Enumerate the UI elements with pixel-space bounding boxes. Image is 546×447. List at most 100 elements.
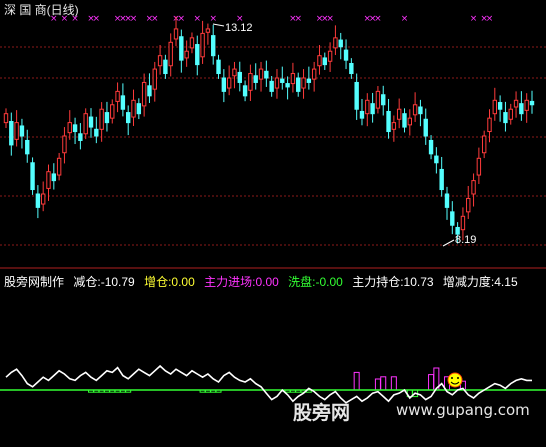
candle bbox=[189, 32, 195, 54]
candle bbox=[296, 72, 301, 97]
candle bbox=[391, 115, 397, 142]
signal-marker: × bbox=[209, 14, 217, 24]
candle bbox=[221, 69, 227, 103]
candle bbox=[396, 98, 402, 129]
candle bbox=[205, 23, 211, 45]
candle bbox=[258, 61, 264, 92]
candle bbox=[25, 129, 30, 163]
signal-marker: × bbox=[193, 14, 201, 24]
candle bbox=[40, 181, 46, 212]
candle bbox=[412, 92, 418, 122]
indicator-bar bbox=[353, 371, 360, 391]
candle bbox=[386, 98, 391, 139]
legend-main-holding: 主力持仓:10.73 bbox=[352, 275, 434, 289]
signal-marker: × bbox=[326, 14, 334, 24]
candle bbox=[343, 39, 349, 70]
candle bbox=[184, 40, 189, 67]
candle bbox=[30, 157, 35, 195]
candle bbox=[83, 108, 88, 140]
candle bbox=[56, 152, 62, 181]
candle bbox=[290, 62, 296, 93]
candle bbox=[136, 98, 142, 120]
candle bbox=[237, 61, 242, 92]
candle bbox=[226, 65, 232, 96]
candle bbox=[428, 135, 434, 160]
candle bbox=[200, 20, 205, 64]
signal-marker: × bbox=[486, 14, 494, 24]
candle bbox=[46, 164, 51, 201]
candle bbox=[513, 91, 519, 118]
candle bbox=[450, 201, 455, 235]
candle bbox=[519, 91, 524, 121]
candle bbox=[126, 105, 131, 136]
candle bbox=[359, 98, 365, 126]
candle bbox=[508, 103, 513, 125]
legend-washout: 洗盘:-0.00 bbox=[288, 275, 343, 289]
candle bbox=[242, 80, 248, 102]
candle bbox=[163, 54, 168, 79]
candle bbox=[317, 44, 322, 75]
candle bbox=[407, 109, 412, 136]
candle bbox=[365, 93, 370, 127]
legend-increase: 增仓:0.00 bbox=[144, 275, 195, 289]
candle bbox=[529, 90, 535, 114]
candle bbox=[72, 117, 78, 145]
legend-main-entry: 主力进场:0.00 bbox=[204, 275, 279, 289]
candle bbox=[35, 185, 41, 219]
candle bbox=[375, 86, 381, 114]
signal-marker: × bbox=[374, 14, 382, 24]
signal-marker: × bbox=[93, 14, 101, 24]
candle bbox=[349, 58, 354, 79]
candle bbox=[497, 95, 503, 122]
candle bbox=[104, 101, 110, 132]
candle bbox=[418, 99, 423, 127]
candle bbox=[439, 156, 444, 197]
candle bbox=[3, 108, 9, 128]
candle bbox=[157, 44, 163, 75]
candle bbox=[62, 127, 67, 164]
candle bbox=[78, 123, 83, 150]
indicator-bar bbox=[390, 376, 397, 391]
indicator-bar bbox=[374, 378, 381, 391]
candle bbox=[141, 73, 147, 117]
candle bbox=[120, 83, 126, 117]
signal-marker: × bbox=[294, 14, 302, 24]
indicator-bar bbox=[428, 374, 435, 391]
watermark-url: www.gupang.com bbox=[396, 401, 530, 419]
candle bbox=[152, 61, 157, 102]
candle bbox=[131, 89, 136, 126]
high-pointer bbox=[212, 23, 225, 27]
candle bbox=[179, 29, 184, 73]
candle bbox=[444, 186, 450, 220]
signal-marker: × bbox=[470, 14, 478, 24]
candle bbox=[253, 63, 258, 90]
candle bbox=[481, 130, 487, 159]
signal-marker: × bbox=[130, 14, 138, 24]
candle bbox=[381, 85, 386, 116]
candle bbox=[99, 102, 104, 142]
candle bbox=[14, 110, 19, 147]
candle bbox=[503, 101, 508, 132]
candle bbox=[306, 66, 312, 90]
candle bbox=[285, 76, 290, 100]
candle bbox=[110, 99, 115, 124]
signal-marker: × bbox=[151, 14, 159, 24]
candle bbox=[434, 147, 439, 174]
candle bbox=[402, 108, 407, 133]
chart-title: 深 国 商(日线) bbox=[4, 3, 79, 17]
candle bbox=[338, 32, 343, 60]
candle bbox=[423, 108, 428, 145]
candle bbox=[19, 118, 25, 149]
candle bbox=[211, 24, 216, 65]
candle bbox=[311, 61, 317, 92]
candle bbox=[471, 173, 476, 207]
high-label: 13.12 bbox=[225, 22, 253, 34]
candle bbox=[301, 69, 306, 99]
smiley-icon bbox=[447, 372, 463, 388]
candle bbox=[232, 61, 237, 89]
watermark-text: 股旁网 bbox=[293, 403, 351, 424]
candle bbox=[274, 69, 280, 99]
legend-strength: 增减力度:4.15 bbox=[442, 275, 518, 289]
candle bbox=[115, 82, 120, 113]
candle bbox=[269, 75, 274, 97]
